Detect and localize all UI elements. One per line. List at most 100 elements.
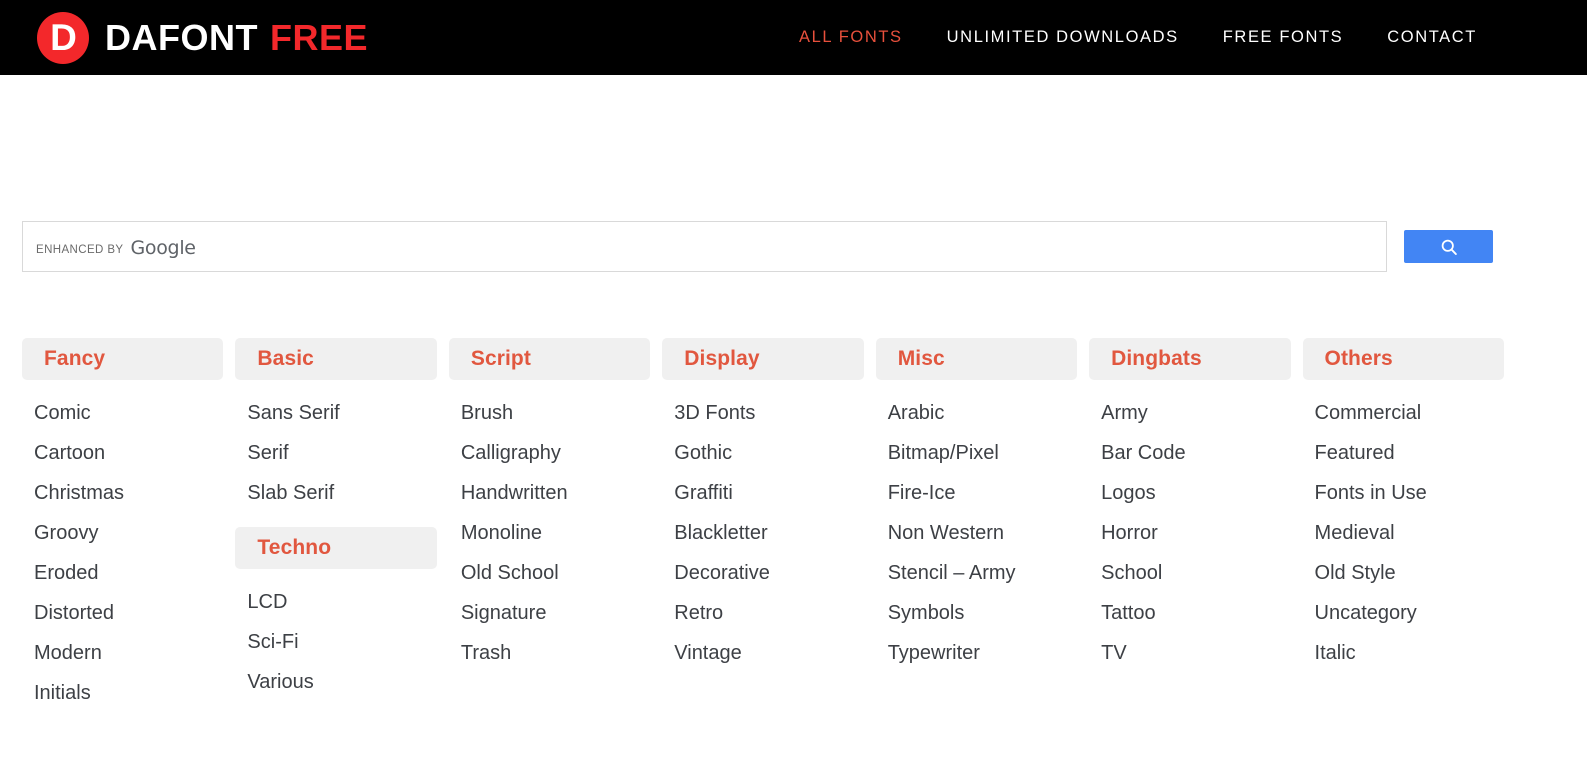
search-button[interactable] <box>1404 230 1493 263</box>
list-item: Uncategory <box>1303 593 1504 633</box>
category-link-bitmap-pixel[interactable]: Bitmap/Pixel <box>876 433 1077 473</box>
enhanced-by-label: ENHANCED BY <box>36 243 124 256</box>
list-item: Slab Serif <box>235 473 436 513</box>
category-link-tv[interactable]: TV <box>1089 633 1290 673</box>
list-item: Initials <box>22 673 223 713</box>
category-list-dingbats: Army Bar Code Logos Horror School Tattoo… <box>1089 393 1290 673</box>
list-item: Fire-Ice <box>876 473 1077 513</box>
list-item: Signature <box>449 593 650 633</box>
nav-item-free-fonts[interactable]: FREE FONTS <box>1201 28 1366 47</box>
category-link-handwritten[interactable]: Handwritten <box>449 473 650 513</box>
category-link-initials[interactable]: Initials <box>22 673 223 713</box>
list-item: Monoline <box>449 513 650 553</box>
nav-item-unlimited-downloads[interactable]: UNLIMITED DOWNLOADS <box>925 28 1201 47</box>
category-link-horror[interactable]: Horror <box>1089 513 1290 553</box>
category-link-fire-ice[interactable]: Fire-Ice <box>876 473 1077 513</box>
list-item: Sci-Fi <box>235 622 436 662</box>
category-link-trash[interactable]: Trash <box>449 633 650 673</box>
category-link-distorted[interactable]: Distorted <box>22 593 223 633</box>
nav-item-all-fonts[interactable]: ALL FONTS <box>777 28 925 47</box>
category-link-fonts-in-use[interactable]: Fonts in Use <box>1303 473 1504 513</box>
category-link-calligraphy[interactable]: Calligraphy <box>449 433 650 473</box>
brand-word-free: FREE <box>269 17 368 58</box>
category-link-arabic[interactable]: Arabic <box>876 393 1077 433</box>
category-link-sci-fi[interactable]: Sci-Fi <box>235 622 436 662</box>
category-link-retro[interactable]: Retro <box>662 593 863 633</box>
category-link-sans-serif[interactable]: Sans Serif <box>235 393 436 433</box>
category-link-school[interactable]: School <box>1089 553 1290 593</box>
list-item: Cartoon <box>22 433 223 473</box>
category-link-stencil-army[interactable]: Stencil – Army <box>876 553 1077 593</box>
category-link-eroded[interactable]: Eroded <box>22 553 223 593</box>
category-link-lcd[interactable]: LCD <box>235 582 436 622</box>
category-link-commercial[interactable]: Commercial <box>1303 393 1504 433</box>
category-column-dingbats: Dingbats Army Bar Code Logos Horror Scho… <box>1089 338 1291 673</box>
category-link-uncategory[interactable]: Uncategory <box>1303 593 1504 633</box>
category-link-gothic[interactable]: Gothic <box>662 433 863 473</box>
category-link-featured[interactable]: Featured <box>1303 433 1504 473</box>
category-title: Techno <box>257 536 332 559</box>
category-link-brush[interactable]: Brush <box>449 393 650 433</box>
category-link-groovy[interactable]: Groovy <box>22 513 223 553</box>
category-link-old-style[interactable]: Old Style <box>1303 553 1504 593</box>
category-link-christmas[interactable]: Christmas <box>22 473 223 513</box>
category-link-decorative[interactable]: Decorative <box>662 553 863 593</box>
category-title: Fancy <box>44 347 106 370</box>
site-logo[interactable]: D DAFONT FREE <box>37 10 368 66</box>
category-header-dingbats[interactable]: Dingbats <box>1089 338 1291 380</box>
category-link-army[interactable]: Army <box>1089 393 1290 433</box>
category-column-display: Display 3D Fonts Gothic Graffiti Blackle… <box>662 338 864 673</box>
category-link-tattoo[interactable]: Tattoo <box>1089 593 1290 633</box>
search-box[interactable]: ENHANCED BY Google <box>22 221 1387 272</box>
category-link-modern[interactable]: Modern <box>22 633 223 673</box>
category-header-script[interactable]: Script <box>448 338 651 380</box>
category-header-display[interactable]: Display <box>662 338 864 380</box>
category-link-graffiti[interactable]: Graffiti <box>662 473 863 513</box>
category-link-vintage[interactable]: Vintage <box>662 633 863 673</box>
category-link-non-western[interactable]: Non Western <box>876 513 1077 553</box>
category-column-fancy: Fancy Comic Cartoon Christmas Groovy Ero… <box>22 338 224 713</box>
category-header-misc[interactable]: Misc <box>875 338 1078 380</box>
category-link-3d-fonts[interactable]: 3D Fonts <box>662 393 863 433</box>
category-title: Others <box>1324 347 1393 370</box>
category-link-signature[interactable]: Signature <box>449 593 650 633</box>
category-list-others: Commercial Featured Fonts in Use Medieva… <box>1303 393 1504 673</box>
category-header-others[interactable]: Others <box>1302 338 1504 380</box>
google-branding: ENHANCED BY Google <box>36 236 196 259</box>
category-link-serif[interactable]: Serif <box>235 433 436 473</box>
category-link-old-school[interactable]: Old School <box>449 553 650 593</box>
list-item: Typewriter <box>876 633 1077 673</box>
category-link-logos[interactable]: Logos <box>1089 473 1290 513</box>
search-icon <box>1439 237 1459 257</box>
logo-circle-icon: D <box>37 12 89 64</box>
category-link-medieval[interactable]: Medieval <box>1303 513 1504 553</box>
category-link-bar-code[interactable]: Bar Code <box>1089 433 1290 473</box>
category-header-techno[interactable]: Techno <box>235 527 437 569</box>
list-item: Calligraphy <box>449 433 650 473</box>
nav-item-contact[interactable]: CONTACT <box>1365 28 1499 47</box>
search-input[interactable] <box>195 222 1386 271</box>
category-title: Script <box>470 347 531 370</box>
list-item: School <box>1089 553 1290 593</box>
category-link-monoline[interactable]: Monoline <box>449 513 650 553</box>
category-header-fancy[interactable]: Fancy <box>22 338 224 380</box>
list-item: Brush <box>449 393 650 433</box>
category-link-italic[interactable]: Italic <box>1303 633 1504 673</box>
category-header-basic[interactable]: Basic <box>235 338 437 380</box>
brand-word-dafont: DAFONT <box>105 17 258 58</box>
list-item: Old Style <box>1303 553 1504 593</box>
category-link-comic[interactable]: Comic <box>22 393 223 433</box>
category-link-symbols[interactable]: Symbols <box>876 593 1077 633</box>
category-link-blackletter[interactable]: Blackletter <box>662 513 863 553</box>
list-item: Modern <box>22 633 223 673</box>
category-link-slab-serif[interactable]: Slab Serif <box>235 473 436 513</box>
category-link-various[interactable]: Various <box>235 662 436 702</box>
list-item: Sans Serif <box>235 393 436 433</box>
category-link-cartoon[interactable]: Cartoon <box>22 433 223 473</box>
category-link-typewriter[interactable]: Typewriter <box>876 633 1077 673</box>
category-title: Misc <box>897 347 945 370</box>
list-item: Horror <box>1089 513 1290 553</box>
category-column-others: Others Commercial Featured Fonts in Use … <box>1302 338 1504 673</box>
list-item: Italic <box>1303 633 1504 673</box>
search-section: ENHANCED BY Google <box>22 221 1493 272</box>
